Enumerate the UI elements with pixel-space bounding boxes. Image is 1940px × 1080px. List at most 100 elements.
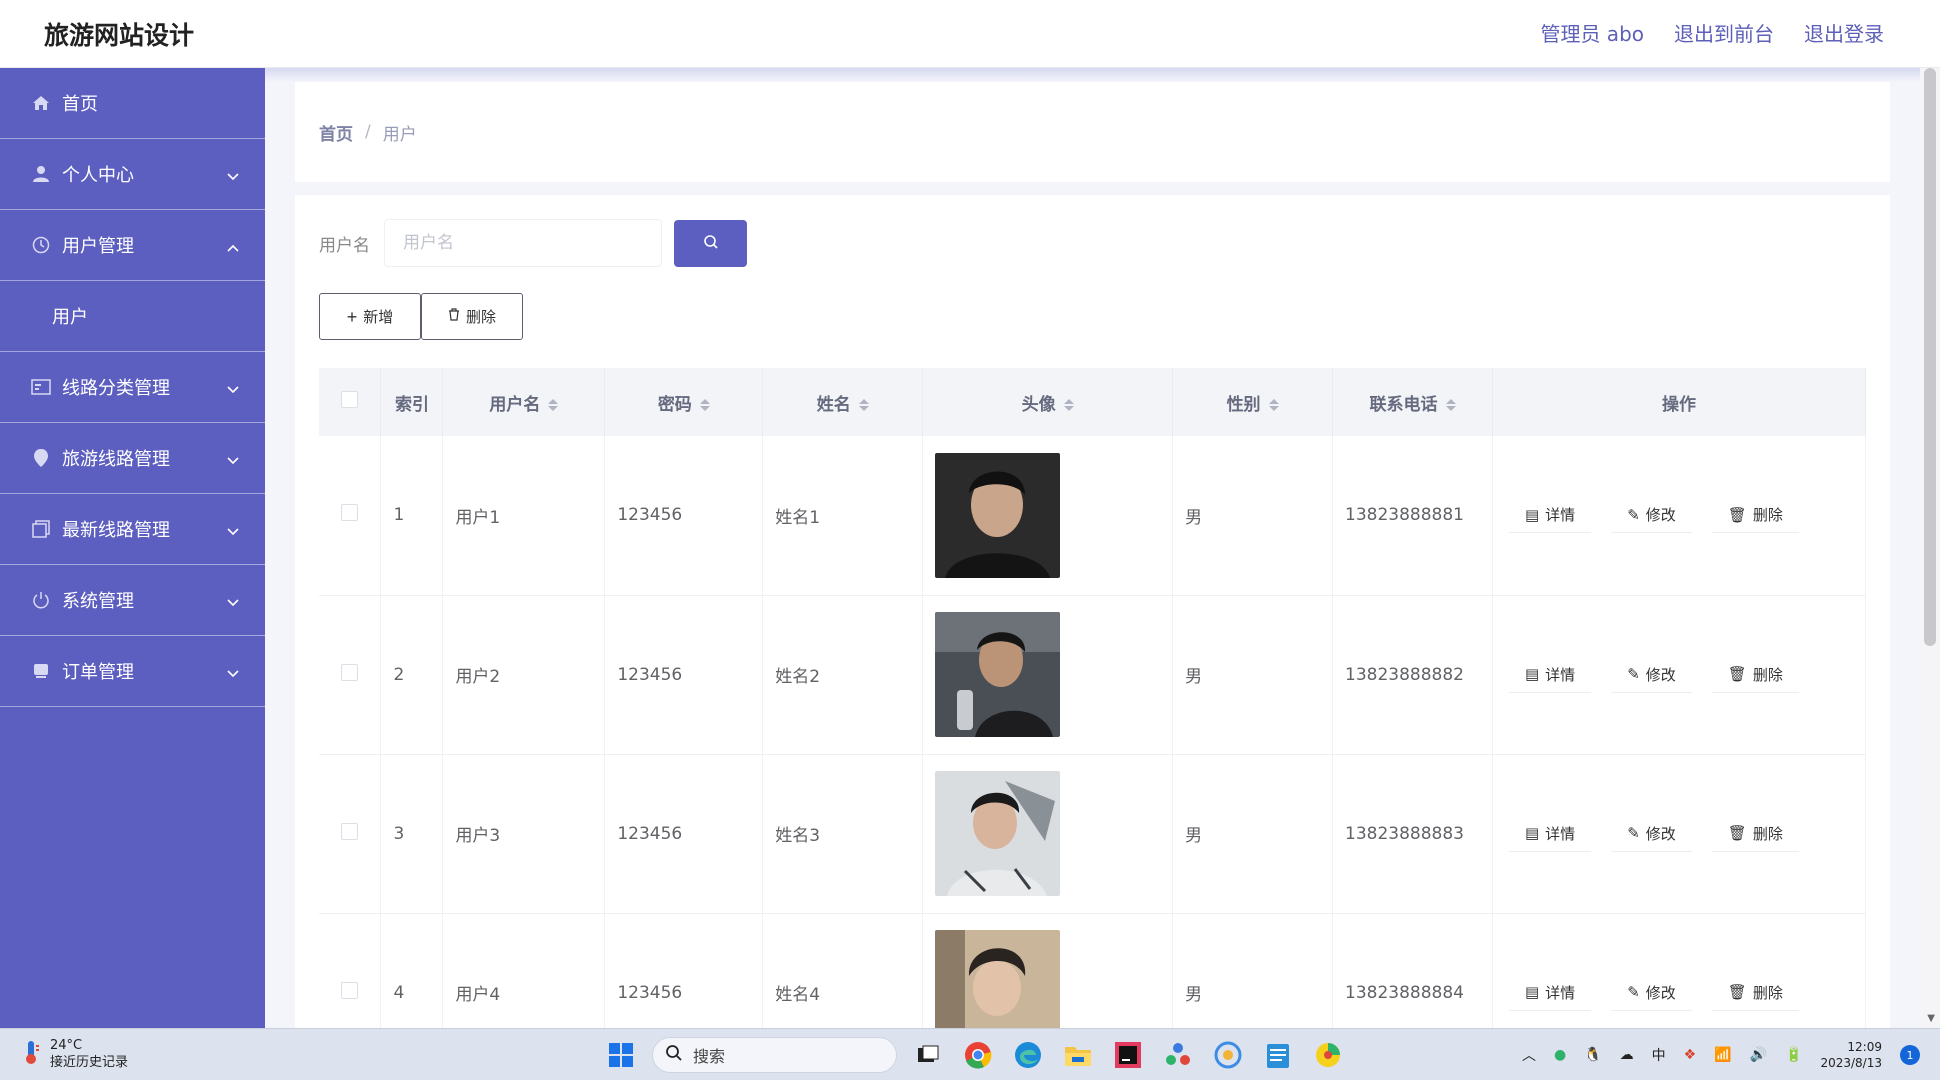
cell-actions: ▤ 详情 ✎ 修改 🗑 删除: [1492, 436, 1867, 596]
cell-name: 姓名2: [762, 595, 924, 755]
thermometer-icon: [22, 1039, 40, 1069]
document-icon: ▤: [1524, 824, 1540, 842]
windows-start-icon[interactable]: [602, 1036, 640, 1074]
sidebar-subitem-users[interactable]: 用户: [0, 281, 265, 352]
edit-button[interactable]: ✎ 修改: [1611, 975, 1692, 1011]
header-links: 管理员 abo 退出到前台 退出登录: [1540, 18, 1884, 47]
file-explorer-icon[interactable]: [1059, 1036, 1097, 1074]
delete-row-button[interactable]: 🗑 删除: [1711, 816, 1799, 852]
cell-phone: 13823888883: [1332, 754, 1493, 914]
action-buttons: + 新增 删除: [319, 293, 523, 340]
select-all-checkbox[interactable]: [341, 391, 359, 408]
column-header-gender[interactable]: 性别: [1172, 368, 1334, 436]
sidebar-item-route-category[interactable]: 线路分类管理: [0, 352, 265, 423]
row-checkbox[interactable]: [341, 822, 359, 840]
sidebar-item-latest-routes[interactable]: 最新线路管理: [0, 494, 265, 565]
battery-icon[interactable]: 🔋: [1785, 1047, 1802, 1063]
colorful-app-icon[interactable]: [1309, 1036, 1347, 1074]
edit-button[interactable]: ✎ 修改: [1611, 657, 1692, 693]
chevron-down-icon: [227, 378, 239, 399]
breadcrumb-separator: /: [365, 122, 371, 142]
clock-date: 2023/8/13: [1820, 1056, 1882, 1070]
page-scrollbar[interactable]: ▼: [1920, 68, 1940, 1028]
column-header-phone[interactable]: 联系电话: [1332, 368, 1493, 436]
column-header-username[interactable]: 用户名: [442, 368, 606, 436]
detail-button[interactable]: ▤ 详情: [1508, 975, 1592, 1011]
sidebar-item-home[interactable]: 首页: [0, 68, 265, 139]
scroll-down-arrow-icon[interactable]: ▼: [1927, 1013, 1935, 1024]
security-app-icon[interactable]: ❖: [1684, 1047, 1697, 1063]
row-checkbox[interactable]: [341, 663, 359, 681]
wifi-icon[interactable]: 📶: [1714, 1047, 1731, 1063]
add-button[interactable]: + 新增: [319, 293, 421, 340]
sort-icon[interactable]: [548, 398, 559, 411]
delete-row-button[interactable]: 🗑 删除: [1711, 657, 1799, 693]
task-view-icon[interactable]: [909, 1036, 947, 1074]
add-button-label: 新增: [363, 309, 394, 326]
edge-icon[interactable]: [1009, 1036, 1047, 1074]
row-checkbox[interactable]: [341, 504, 359, 522]
top-header: 旅游网站设计 管理员 abo 退出到前台 退出登录: [0, 0, 1940, 68]
search-label: 用户名: [319, 235, 370, 256]
cell-index: 3: [380, 754, 444, 914]
back-to-frontend-link[interactable]: 退出到前台: [1674, 18, 1774, 47]
sidebar-item-personal-center[interactable]: 个人中心: [0, 139, 265, 210]
detail-button[interactable]: ▤ 详情: [1508, 497, 1592, 534]
document-icon: ▤: [1524, 505, 1540, 524]
table-row: 4 用户4 123456 姓名4 男 13823888884 ▤ 详情 ✎ 修改 🗑…: [319, 913, 1867, 1030]
edit-button[interactable]: ✎ 修改: [1611, 497, 1692, 534]
cloud-icon[interactable]: ☁: [1620, 1047, 1634, 1063]
chrome-icon[interactable]: [959, 1036, 997, 1074]
sidebar-item-user-management[interactable]: 用户管理: [0, 210, 265, 281]
sort-icon[interactable]: [699, 398, 710, 411]
breadcrumb-home[interactable]: 首页: [319, 120, 353, 145]
batch-delete-button[interactable]: 删除: [421, 293, 523, 340]
notification-badge[interactable]: 1: [1900, 1045, 1920, 1065]
sidebar-item-travel-routes[interactable]: 旅游线路管理: [0, 423, 265, 494]
cell-username: 用户2: [442, 595, 606, 755]
detail-button[interactable]: ▤ 详情: [1508, 657, 1592, 693]
detail-button[interactable]: ▤ 详情: [1508, 816, 1592, 852]
column-header-name[interactable]: 姓名: [762, 368, 924, 436]
browser-app-icon[interactable]: [1209, 1036, 1247, 1074]
qq-icon[interactable]: 🐧: [1584, 1047, 1601, 1063]
intellij-icon[interactable]: [1109, 1036, 1147, 1074]
cell-password: 123456: [604, 754, 764, 914]
sort-icon[interactable]: [1063, 398, 1074, 411]
scrollbar-thumb[interactable]: [1924, 68, 1936, 646]
weather-widget[interactable]: 24°C 接近历史记录: [22, 1037, 128, 1071]
search-icon: [665, 1044, 683, 1066]
avatar-image: [935, 771, 1061, 896]
sidebar-item-system-management[interactable]: 系统管理: [0, 565, 265, 636]
home-icon: [30, 92, 52, 114]
sidebar-item-order-management[interactable]: 订单管理: [0, 636, 265, 707]
network-app-icon[interactable]: [1159, 1036, 1197, 1074]
wechat-icon[interactable]: ●: [1554, 1047, 1566, 1063]
delete-row-button[interactable]: 🗑 删除: [1711, 497, 1799, 534]
cell-gender: 男: [1172, 436, 1334, 596]
admin-user-link[interactable]: 管理员 abo: [1540, 18, 1644, 47]
sort-icon[interactable]: [858, 398, 869, 411]
document-icon: ▤: [1524, 983, 1540, 1001]
column-header-avatar[interactable]: 头像: [922, 368, 1174, 436]
delete-row-button[interactable]: 🗑 删除: [1711, 975, 1799, 1011]
tray-expand-icon[interactable]: ︿: [1522, 1045, 1536, 1065]
sort-icon[interactable]: [1445, 398, 1456, 411]
taskbar-clock[interactable]: 12:09 2023/8/13: [1820, 1039, 1882, 1071]
cell-actions: ▤ 详情 ✎ 修改 🗑 删除: [1492, 913, 1867, 1030]
notepad-icon[interactable]: [1259, 1036, 1297, 1074]
column-header-actions: 操作: [1492, 368, 1867, 436]
ime-indicator[interactable]: 中: [1652, 1045, 1666, 1065]
search-button[interactable]: [674, 219, 747, 267]
sort-icon[interactable]: [1268, 398, 1279, 411]
select-all-cell: [319, 368, 382, 436]
pencil-icon: ✎: [1627, 505, 1640, 524]
row-checkbox[interactable]: [341, 981, 359, 999]
taskbar-search-box[interactable]: 搜索: [652, 1037, 897, 1073]
sidebar: 首页 个人中心 用户管理 用户 线路分类管理 旅游线路管理 最新线路管理 系统管…: [0, 68, 265, 1028]
logout-link[interactable]: 退出登录: [1804, 18, 1884, 47]
username-search-input[interactable]: [384, 219, 662, 267]
column-header-password[interactable]: 密码: [604, 368, 764, 436]
edit-button[interactable]: ✎ 修改: [1611, 816, 1692, 852]
volume-icon[interactable]: 🔊: [1750, 1047, 1767, 1063]
